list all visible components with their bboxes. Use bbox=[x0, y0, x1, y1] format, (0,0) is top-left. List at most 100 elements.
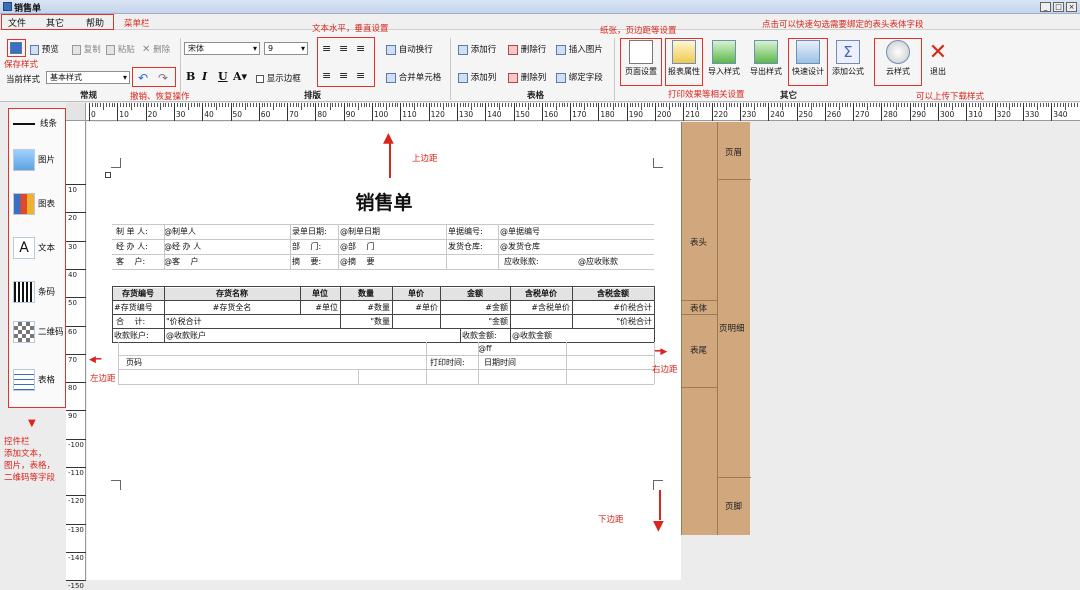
maximize-icon[interactable]: □ bbox=[1053, 2, 1064, 12]
delete-row-button[interactable]: 删除行 bbox=[508, 43, 546, 55]
add-column-button[interactable]: 添加列 bbox=[458, 71, 496, 83]
table-header-cell[interactable]: 金额 bbox=[440, 288, 510, 300]
band-table-head[interactable]: 表头 bbox=[690, 236, 707, 248]
control-table[interactable]: 表格 bbox=[13, 369, 55, 391]
control-barcode[interactable]: 条码 bbox=[13, 281, 55, 303]
copy-button[interactable]: 复制 bbox=[72, 43, 101, 55]
payment-value[interactable]: @收款账户 bbox=[166, 330, 286, 341]
font-size-select[interactable]: 9 ▾ bbox=[264, 42, 308, 55]
report-title[interactable]: 销售单 bbox=[87, 188, 681, 215]
bold-button[interactable]: B bbox=[186, 70, 195, 83]
add-formula-button[interactable]: Σ 添加公式 bbox=[830, 40, 866, 77]
auto-wrap-button[interactable]: 自动换行 bbox=[386, 43, 433, 55]
band-page-header[interactable]: 页眉 bbox=[725, 146, 742, 158]
print-time-field[interactable]: 日期时间 bbox=[484, 357, 564, 368]
import-style-label: 导入样式 bbox=[708, 67, 740, 76]
control-image[interactable]: 图片 bbox=[13, 149, 55, 171]
info-field[interactable]: @单据编号 bbox=[500, 226, 650, 237]
total-qty[interactable]: "数量 bbox=[342, 316, 390, 327]
merge-cells-button[interactable]: 合并单元格 bbox=[386, 71, 441, 83]
table-row-cell[interactable]: #含税单价 bbox=[512, 302, 570, 313]
quick-design-button[interactable]: 快速设计 bbox=[790, 40, 826, 77]
exit-button[interactable]: ✕ 退出 bbox=[920, 40, 956, 77]
total-value[interactable]: "价税合计 bbox=[166, 316, 286, 327]
table-row-cell[interactable]: #价税合计 bbox=[574, 302, 652, 313]
control-chart[interactable]: 图表 bbox=[13, 193, 55, 215]
info-label[interactable]: 经 办 人: bbox=[116, 241, 164, 252]
table-row-cell[interactable]: #单位 bbox=[302, 302, 338, 313]
info-label[interactable]: 摘 要: bbox=[292, 256, 340, 267]
info-label[interactable]: 应收账款: bbox=[504, 256, 556, 267]
bind-field-button[interactable]: 绑定字段 bbox=[556, 71, 603, 83]
align-top-center-icon[interactable]: ≡ bbox=[339, 42, 348, 55]
info-field[interactable]: @部 门 bbox=[340, 241, 446, 252]
resize-handle[interactable] bbox=[105, 172, 111, 178]
footer-code[interactable]: @ff bbox=[478, 344, 538, 353]
info-field[interactable]: @制单人 bbox=[164, 226, 288, 237]
align-bottom-right-icon[interactable]: ≡ bbox=[356, 69, 365, 82]
payment-amount-label[interactable]: 收款金额: bbox=[462, 330, 510, 341]
table-header-cell[interactable]: 单位 bbox=[300, 288, 340, 300]
font-family-select[interactable]: 宋体 ▾ bbox=[184, 42, 260, 55]
design-canvas[interactable]: 销售单 bbox=[87, 122, 681, 580]
band-table-foot[interactable]: 表尾 bbox=[690, 344, 707, 356]
align-top-left-icon[interactable]: ≡ bbox=[322, 42, 331, 55]
table-header-cell[interactable]: 含税单价 bbox=[510, 288, 572, 300]
band-table-body[interactable]: 表体 bbox=[690, 302, 707, 314]
control-qrcode[interactable]: 二维码 bbox=[13, 321, 64, 343]
page-number-field[interactable]: 页码 bbox=[126, 357, 186, 368]
table-header-cell[interactable]: 单价 bbox=[392, 288, 440, 300]
export-style-button[interactable]: 导出样式 bbox=[748, 40, 784, 77]
insert-image-button[interactable]: 插入图片 bbox=[556, 43, 603, 55]
table-header-cell[interactable]: 存货编号 bbox=[112, 288, 164, 300]
table-row-cell[interactable]: #存货编号 bbox=[114, 302, 162, 313]
align-bottom-left-icon[interactable]: ≡ bbox=[322, 69, 331, 82]
print-time-label[interactable]: 打印时间: bbox=[430, 357, 478, 368]
table-header-cell[interactable]: 含税金额 bbox=[572, 288, 654, 300]
delete-column-button[interactable]: 删除列 bbox=[508, 71, 546, 83]
table-row-cell[interactable]: #数量 bbox=[342, 302, 390, 313]
info-label[interactable]: 发货仓库: bbox=[448, 241, 500, 252]
table-row-cell[interactable]: #存货全名 bbox=[166, 302, 298, 313]
band-page-detail[interactable]: 页明细 bbox=[719, 322, 745, 334]
info-label[interactable]: 客 户: bbox=[116, 256, 164, 267]
table-header-cell[interactable]: 存货名称 bbox=[164, 288, 300, 300]
align-top-right-icon[interactable]: ≡ bbox=[356, 42, 365, 55]
payment-amount-value[interactable]: @收款金额 bbox=[512, 330, 612, 341]
info-label[interactable]: 部 门: bbox=[292, 241, 340, 252]
import-style-button[interactable]: 导入样式 bbox=[706, 40, 742, 77]
info-label[interactable]: 制 单 人: bbox=[116, 226, 164, 237]
info-field[interactable]: @摘 要 bbox=[340, 256, 446, 267]
band-page-footer[interactable]: 页脚 bbox=[725, 500, 742, 512]
info-field[interactable]: @制单日期 bbox=[340, 226, 446, 237]
delete-button[interactable]: ✕ 删除 bbox=[142, 43, 170, 55]
italic-button[interactable]: I bbox=[202, 70, 207, 83]
payment-label[interactable]: 收款账户: bbox=[114, 330, 164, 341]
current-style-select[interactable]: 基本样式 ▾ bbox=[46, 71, 130, 84]
total-amount[interactable]: "金额 bbox=[442, 316, 508, 327]
table-header-cell[interactable]: 数量 bbox=[340, 288, 392, 300]
control-line[interactable]: 线条 bbox=[13, 117, 57, 129]
report-props-button[interactable]: 报表属性 bbox=[666, 40, 702, 77]
info-label[interactable]: 单据编号: bbox=[448, 226, 500, 237]
paste-button[interactable]: 粘贴 bbox=[106, 43, 135, 55]
info-field[interactable]: @发货仓库 bbox=[500, 241, 650, 252]
info-field[interactable]: @经 办 人 bbox=[164, 241, 288, 252]
control-text[interactable]: A 文本 bbox=[13, 237, 55, 259]
show-border-checkbox[interactable]: 显示边框 bbox=[256, 72, 301, 84]
page-setup-button[interactable]: 页面设置 bbox=[623, 40, 659, 77]
close-icon[interactable]: × bbox=[1066, 2, 1077, 12]
preview-button[interactable]: 预览 bbox=[30, 43, 59, 55]
underline-button[interactable]: U bbox=[218, 70, 228, 83]
table-row-cell[interactable]: #单价 bbox=[394, 302, 438, 313]
info-field[interactable]: @客 户 bbox=[164, 256, 288, 267]
minimize-icon[interactable]: _ bbox=[1040, 2, 1051, 12]
add-row-button[interactable]: 添加行 bbox=[458, 43, 496, 55]
info-label[interactable]: 录单日期: bbox=[292, 226, 340, 237]
total-label[interactable]: 合 计: bbox=[116, 316, 164, 327]
align-bottom-center-icon[interactable]: ≡ bbox=[339, 69, 348, 82]
cloud-style-button[interactable]: 云样式 bbox=[880, 40, 916, 77]
table-row-cell[interactable]: #金额 bbox=[442, 302, 508, 313]
font-color-button[interactable]: A▾ bbox=[233, 70, 247, 83]
total-tax[interactable]: "价税合计 bbox=[574, 316, 652, 327]
